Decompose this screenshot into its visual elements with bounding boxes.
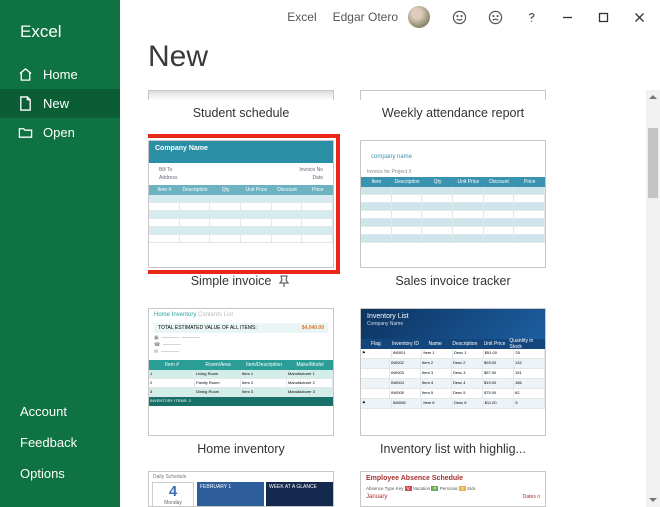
template-thumb: Inventory ListCompany Name FlagInventory… — [360, 308, 546, 436]
template-card-inventory-list[interactable]: Inventory ListCompany Name FlagInventory… — [360, 308, 546, 456]
app-root: Excel Home New Open — [0, 0, 660, 507]
titlebar-user: Edgar Otero — [333, 10, 398, 24]
sidebar-item-account[interactable]: Account — [0, 396, 120, 427]
sidebar-item-label: Open — [43, 125, 75, 140]
sidebar-item-open[interactable]: Open — [0, 118, 120, 147]
sidebar-item-home[interactable]: Home — [0, 60, 120, 89]
template-thumb: company name Invoice for Project X ItemD… — [360, 140, 546, 268]
template-card-employee-absence[interactable]: Employee Absence Schedule Absence Type K… — [360, 471, 546, 507]
template-thumb: Daily Schedule 4 Monday FEBRUARY 1 WEEK … — [148, 471, 334, 507]
avatar[interactable] — [408, 6, 430, 28]
template-card-home-inventory[interactable]: Home Inventory Contents List TOTAL ESTIM… — [148, 308, 334, 456]
sidebar-header: Excel — [0, 0, 120, 60]
template-thumb — [360, 90, 546, 100]
template-grid: Student schedule Weekly attendance repor… — [148, 90, 628, 456]
thumb-title: Company Name — [149, 141, 333, 163]
template-scroll: Student schedule Weekly attendance repor… — [148, 90, 658, 507]
frown-icon[interactable] — [478, 2, 512, 32]
template-thumb — [148, 90, 334, 100]
sidebar-nav: Home New Open — [0, 60, 120, 147]
pin-icon[interactable] — [277, 274, 291, 288]
sidebar-item-label: New — [43, 96, 69, 111]
sidebar-item-label: Home — [43, 67, 78, 82]
scroll-down-icon[interactable] — [646, 493, 660, 507]
template-thumb: Home Inventory Contents List TOTAL ESTIM… — [148, 308, 334, 436]
template-card-daily-schedule[interactable]: Daily Schedule 4 Monday FEBRUARY 1 WEEK … — [148, 471, 334, 507]
template-thumb: Employee Absence Schedule Absence Type K… — [360, 471, 546, 507]
sidebar-bottom: Account Feedback Options — [0, 396, 120, 507]
template-card-student-schedule[interactable]: Student schedule — [148, 90, 334, 120]
maximize-icon[interactable] — [586, 2, 620, 32]
vertical-scrollbar[interactable] — [646, 90, 660, 507]
template-caption: Sales invoice tracker — [395, 274, 510, 288]
titlebar-app: Excel — [287, 10, 316, 24]
content: New Student schedule Weekly attendance r… — [120, 34, 660, 507]
template-caption: Student schedule — [193, 106, 290, 120]
template-card-sales-invoice-tracker[interactable]: company name Invoice for Project X ItemD… — [360, 140, 546, 288]
template-caption: Weekly attendance report — [382, 106, 524, 120]
titlebar: Excel Edgar Otero — [120, 0, 660, 34]
help-icon[interactable] — [514, 2, 548, 32]
template-caption: Home inventory — [197, 442, 285, 456]
minimize-icon[interactable] — [550, 2, 584, 32]
open-icon — [18, 125, 33, 140]
smile-icon[interactable] — [442, 2, 476, 32]
template-card-weekly-attendance[interactable]: Weekly attendance report — [360, 90, 546, 120]
sidebar-item-options[interactable]: Options — [0, 458, 120, 489]
sidebar-item-new[interactable]: New — [0, 89, 120, 118]
page-title: New — [148, 40, 636, 74]
new-icon — [18, 96, 33, 111]
scroll-up-icon[interactable] — [646, 90, 660, 104]
app-title: Excel — [20, 22, 120, 42]
template-row-peek-bottom: Daily Schedule 4 Monday FEBRUARY 1 WEEK … — [148, 471, 546, 507]
template-thumb: Company Name Bill ToInvoice No AddressDa… — [148, 140, 334, 268]
close-icon[interactable] — [622, 2, 656, 32]
home-icon — [18, 67, 33, 82]
scrollbar-thumb[interactable] — [648, 128, 658, 198]
template-card-simple-invoice[interactable]: Company Name Bill ToInvoice No AddressDa… — [148, 140, 334, 288]
template-caption: Simple invoice — [191, 274, 272, 288]
template-caption: Inventory list with highlig... — [380, 442, 526, 456]
sidebar: Excel Home New Open — [0, 0, 120, 507]
main: Excel Edgar Otero New — [120, 0, 660, 507]
sidebar-item-feedback[interactable]: Feedback — [0, 427, 120, 458]
